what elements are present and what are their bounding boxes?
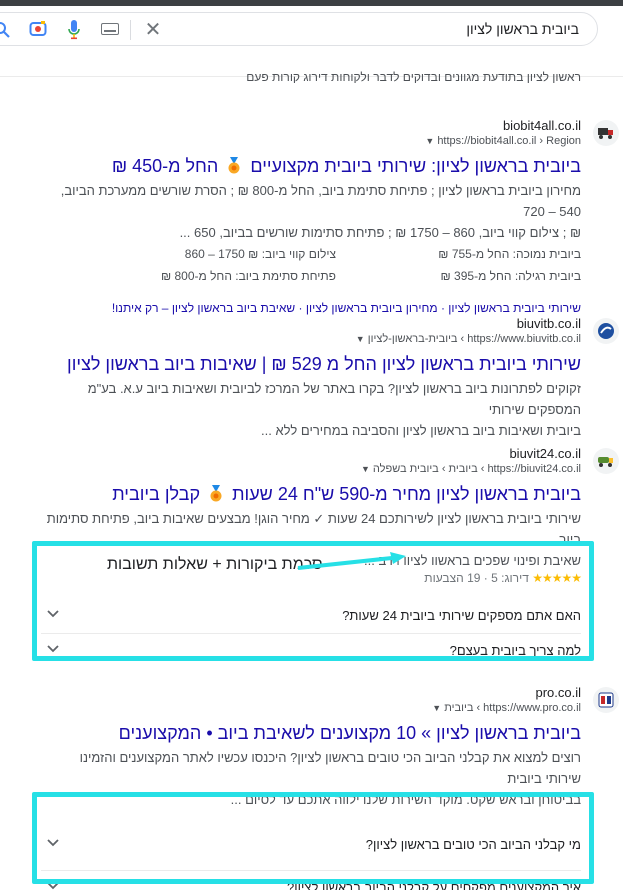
site-name: biuvitb.co.il [516,316,581,331]
site-url[interactable]: https://www.biuvitb.co.il › ביובית-בראשו… [350,333,581,345]
snippet-line-2: ביובית ושאיבות ביוב בראשון לציון והסביבה… [261,423,581,438]
search-bar[interactable]: ביובית בראשון לציון ✕ [0,12,598,46]
title-part-b: קבלן ביובית [112,484,201,504]
result-snippet: זקוקים לפתרונות ביוב בראשון לציון? בקרו … [41,378,581,441]
snippet-line-2: ₪ ; צילום קווי ביוב, 860 – 1750 ₪ ; פתיח… [179,225,581,240]
blue-swirl-favicon-icon [593,318,619,344]
truck-favicon-icon [593,448,619,474]
fact-item: ביובית נמוכה: החל מ-755 ₪ [438,247,581,261]
search-divider [130,20,131,40]
more-options-icon[interactable]: ▼ [361,464,370,474]
result-url-text: https://biuvit24.co.il › ביובית › ביובית… [372,463,581,475]
fact-item: פתיחת סתימת ביוב: החל מ-800 ₪ [160,269,336,283]
previous-snippet-cut: ראשון לציון בתודעת מגוונים ובדוקים לדבר … [246,71,581,83]
site-name: biuvit24.co.il [509,446,581,461]
site-url[interactable]: https://biuvit24.co.il › ביובית › ביובית… [355,463,581,475]
keyboard-icon[interactable] [101,23,119,35]
result-url-text: https://www.biuvitb.co.il › ביובית-בראשו… [367,333,581,345]
fact-item: צילום קווי ביוב: ₪ 1750 – 860 [184,247,336,261]
site-name: pro.co.il [535,685,581,700]
pro-favicon-icon [593,687,619,713]
title-part-b: החל מ-450 ₪ [111,156,219,176]
browser-top-edge [0,0,623,6]
more-options-icon[interactable]: ▼ [425,136,434,146]
result-title-link[interactable]: שירותי ביובית בראשון לציון החל מ 529 ₪ |… [41,352,581,376]
sitelinks[interactable]: שירותי ביובית בראשון לציון · מחירון ביוב… [41,301,581,315]
truck-favicon-icon [593,120,619,146]
fact-item: ביובית רגילה: החל מ-395 ₪ [440,269,581,283]
site-url[interactable]: https://biobit4all.co.il › Region ▼ [419,135,581,147]
more-options-icon[interactable]: ▼ [356,334,365,344]
snippet-line-1: מחירון ביובית בראשון לציון ; פתיחת סתימת… [60,183,581,219]
result-snippet: מחירון ביובית בראשון לציון ; פתיחת סתימת… [41,180,581,243]
title-part-a: ביובית בראשון לציון: שירותי ביובית מקצוע… [250,156,581,176]
result-site-row[interactable]: biuvitb.co.il https://www.biuvitb.co.il … [41,316,619,348]
result-url-text: https://www.pro.co.il › ביובית [444,702,581,714]
medal-icon [228,157,240,174]
result-title-link[interactable]: ביובית בראשון לציון: שירותי ביובית מקצוע… [41,154,581,178]
snippet-line-1: רוצים למצוא את קבלני הביוב הכי טובים ברא… [79,750,581,786]
result-site-row[interactable]: biuvit24.co.il https://biuvit24.co.il › … [41,446,619,478]
annotation-label: סכמת ביקורות + שאלות תשובות [107,556,323,573]
medal-icon [210,485,222,502]
result-site-row[interactable]: pro.co.il https://www.pro.co.il › ביובית… [41,685,619,717]
title-part-a: ביובית בראשון לציון מחיר מ-590 ש"ח 24 שע… [232,484,581,504]
annotation-arrow-icon [297,552,406,570]
result-site-row[interactable]: biobit4all.co.il https://biobit4all.co.i… [41,118,619,150]
search-result-1: biobit4all.co.il https://biobit4all.co.i… [41,118,619,315]
site-name: biobit4all.co.il [502,118,581,133]
highlight-box-faq [32,792,594,884]
more-options-icon[interactable]: ▼ [432,703,441,713]
result-title-link[interactable]: ביובית בראשון לציון מחיר מ-590 ש"ח 24 שע… [41,482,581,506]
snippet-line-1: זקוקים לפתרונות ביוב בראשון לציון? בקרו … [87,381,581,417]
search-icon[interactable] [0,21,11,39]
camera-lens-icon[interactable] [29,20,47,38]
search-result-2: biuvitb.co.il https://www.biuvitb.co.il … [41,316,619,441]
clear-icon[interactable]: ✕ [142,19,164,41]
search-input[interactable]: ביובית בראשון לציון [466,21,579,37]
mic-icon[interactable] [67,19,81,41]
price-facts: ביובית נמוכה: החל מ-755 ₪ צילום קווי ביו… [41,247,581,293]
result-title-link[interactable]: ביובית בראשון לציון » 10 מקצוענים לשאיבת… [41,721,581,745]
result-url-text: https://biobit4all.co.il › Region [437,135,581,147]
site-url[interactable]: https://www.pro.co.il › ביובית ▼ [426,702,581,714]
